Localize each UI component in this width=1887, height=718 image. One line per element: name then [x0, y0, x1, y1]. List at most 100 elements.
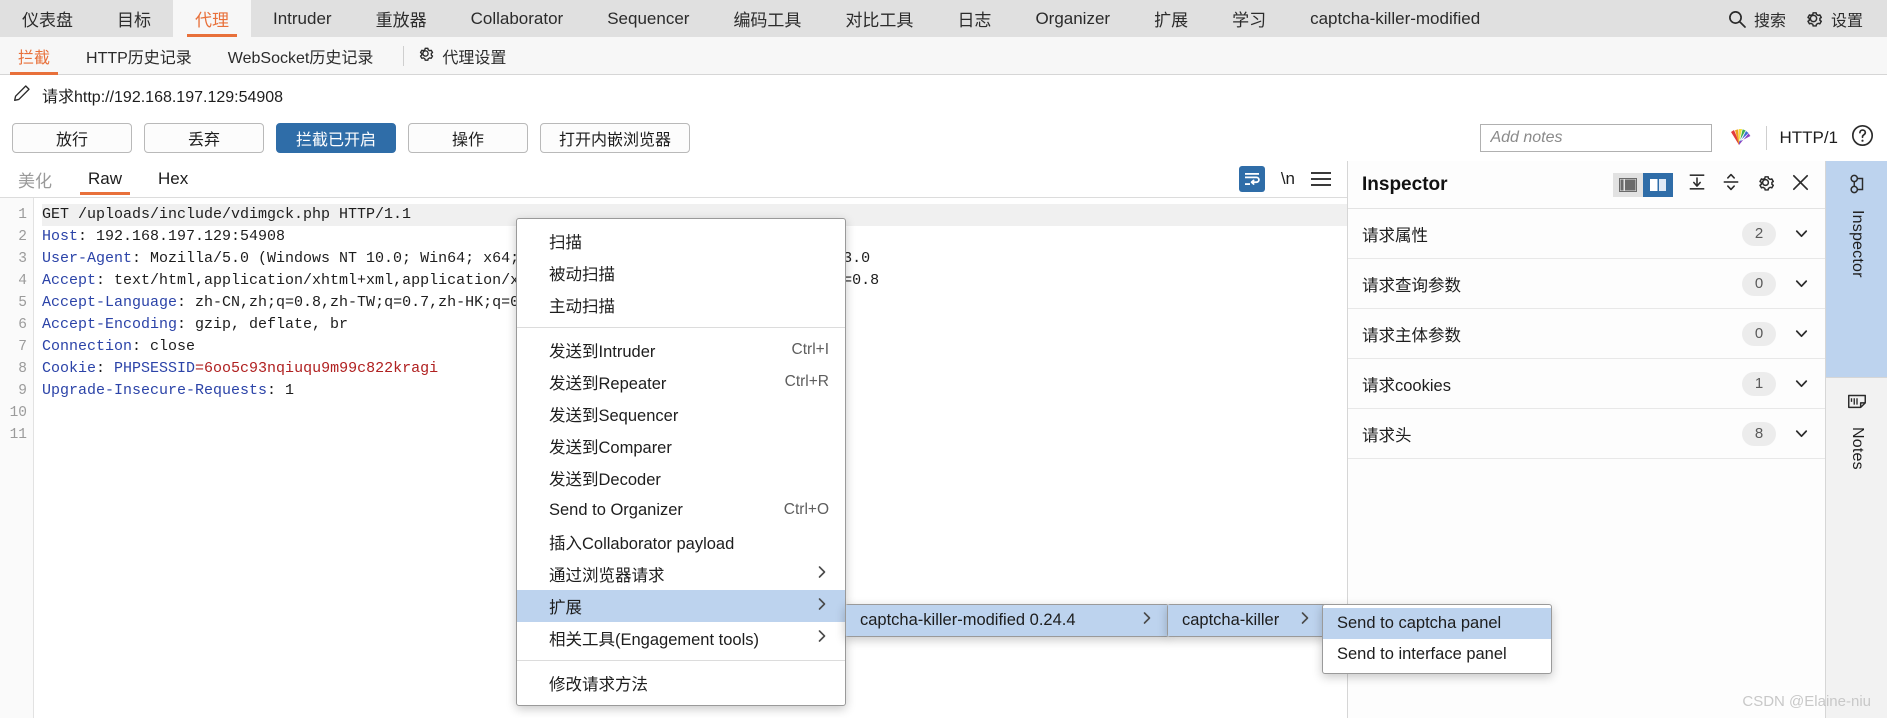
submenu-plugin-actions[interactable]: Send to captcha panel Send to interface p…	[1322, 604, 1552, 674]
settings-label[interactable]: 设置	[1831, 7, 1863, 31]
rainbow-highlighter-icon[interactable]	[1724, 123, 1754, 152]
submenu-extension-item-label: captcha-killer-modified 0.24.4	[860, 611, 1076, 629]
context-menu-item-8[interactable]: Send to Organizer Ctrl+O	[517, 494, 845, 526]
inspector-glasses-icon	[1846, 173, 1868, 200]
hamburger-menu-icon[interactable]	[1311, 172, 1331, 186]
add-notes-input[interactable]	[1480, 123, 1713, 152]
inspector-section-3[interactable]: 请求cookies 1	[1348, 359, 1825, 409]
action-button-0[interactable]: 放行	[12, 122, 132, 153]
search-icon[interactable]	[1727, 9, 1747, 29]
main-tab-9[interactable]: 日志	[935, 0, 1013, 37]
main-tab-4[interactable]: 重放器	[354, 0, 449, 37]
main-tab-label: Sequencer	[607, 8, 690, 28]
inspector-section-label: 请求头	[1362, 426, 1412, 445]
rail-tab-notes[interactable]: Notes	[1826, 377, 1887, 567]
context-menu-shortcut: Ctrl+R	[784, 373, 829, 390]
inspector-section-0[interactable]: 请求属性 2	[1348, 209, 1825, 259]
code-token: : gzip, deflate, br	[177, 316, 349, 333]
chevron-right-icon	[796, 597, 829, 616]
main-tab-1[interactable]: 目标	[95, 0, 173, 37]
proxy-sub-tab-2[interactable]: WebSocket历史记录	[210, 37, 392, 75]
context-menu-item-13[interactable]: 修改请求方法	[517, 667, 845, 699]
request-header: 请求http://192.168.197.129:54908	[0, 76, 1887, 114]
word-wrap-icon[interactable]	[1238, 166, 1265, 192]
context-menu-item-1[interactable]: 被动扫描	[517, 257, 845, 289]
main-tab-8[interactable]: 对比工具	[823, 0, 935, 37]
submenu-extensions[interactable]: captcha-killer-modified 0.24.4	[845, 604, 1169, 637]
context-menu-item-label: 发送到Sequencer	[549, 407, 679, 425]
chevron-down-icon[interactable]	[1792, 374, 1811, 393]
burp-suite-window: 仪表盘 目标 代理 Intruder 重放器 Collaborator Sequencer 编…	[0, 0, 1887, 718]
proxy-sub-tab-0[interactable]: 拦截	[0, 37, 68, 75]
collapse-all-icon[interactable]	[1721, 172, 1741, 197]
submenu-action-item-0[interactable]: Send to captcha panel	[1323, 608, 1551, 639]
right-side-rail: Inspector Notes	[1825, 161, 1887, 718]
main-tab-13[interactable]: captcha-killer-modified	[1288, 0, 1502, 37]
editor-tools: \n	[1238, 166, 1347, 192]
main-tab-label: Collaborator	[470, 8, 564, 28]
panel-layout-right-icon[interactable]	[1643, 172, 1673, 197]
gear-icon[interactable]	[1803, 8, 1824, 29]
main-tab-label: 重放器	[375, 11, 427, 30]
context-menu-item-label: 扫描	[549, 234, 582, 252]
submenu-extension-item-0[interactable]: captcha-killer-modified 0.24.4	[846, 605, 1168, 636]
main-tab-label: 编码工具	[733, 11, 802, 30]
rail-tab-notes-label: Notes	[1849, 427, 1866, 470]
context-menu-item-label: 通过浏览器请求	[549, 567, 665, 585]
action-button-3[interactable]: 操作	[408, 122, 528, 153]
chevron-down-icon[interactable]	[1792, 324, 1811, 343]
context-menu-item-3[interactable]: 发送到Intruder Ctrl+I	[517, 334, 845, 366]
newline-toggle[interactable]: \n	[1281, 169, 1295, 189]
action-button-4[interactable]: 打开内嵌浏览器	[540, 122, 691, 153]
submenu-plugin-item-0[interactable]: captcha-killer	[1168, 605, 1326, 636]
inspector-section-4[interactable]: 请求头 8	[1348, 409, 1825, 459]
context-menu-item-4[interactable]: 发送到Repeater Ctrl+R	[517, 366, 845, 398]
editor-tab-0[interactable]: 美化	[0, 161, 70, 197]
context-menu-item-10[interactable]: 通过浏览器请求	[517, 558, 845, 590]
panel-layout-left-icon[interactable]	[1613, 172, 1643, 197]
context-menu-item-2[interactable]: 主动扫描	[517, 289, 845, 321]
chevron-down-icon[interactable]	[1792, 424, 1811, 443]
action-button-1[interactable]: 丢弃	[144, 122, 264, 153]
proxy-sub-tab-label: HTTP历史记录	[86, 49, 192, 67]
context-menu-item-9[interactable]: 插入Collaborator payload	[517, 526, 845, 558]
gear-icon[interactable]	[1755, 172, 1776, 198]
main-tab-12[interactable]: 学习	[1210, 0, 1288, 37]
inspector-section-1[interactable]: 请求查询参数 0	[1348, 259, 1825, 309]
proxy-sub-tab-1[interactable]: HTTP历史记录	[68, 37, 210, 75]
main-tab-5[interactable]: Collaborator	[449, 0, 586, 37]
submenu-plugin[interactable]: captcha-killer	[1167, 604, 1327, 637]
editor-tab-1[interactable]: Raw	[70, 161, 140, 197]
context-menu-item-label: 修改请求方法	[549, 676, 648, 694]
code-token: Connection	[42, 338, 133, 355]
context-menu-item-0[interactable]: 扫描	[517, 225, 845, 257]
context-menu-item-12[interactable]: 相关工具(Engagement tools)	[517, 622, 845, 654]
context-menu-item-5[interactable]: 发送到Sequencer	[517, 398, 845, 430]
rail-tab-inspector[interactable]: Inspector	[1826, 161, 1887, 377]
context-menu-shortcut: Ctrl+O	[783, 501, 829, 518]
action-button-2[interactable]: 拦截已开启	[276, 122, 396, 153]
main-tab-2[interactable]: 代理	[173, 0, 251, 37]
main-tab-10[interactable]: Organizer	[1013, 0, 1132, 37]
layout-toggle-group[interactable]	[1613, 172, 1673, 197]
editor-tab-2[interactable]: Hex	[140, 161, 206, 197]
main-tab-11[interactable]: 扩展	[1132, 0, 1210, 37]
expand-all-icon[interactable]	[1687, 172, 1707, 197]
help-circle-icon[interactable]	[1850, 123, 1875, 153]
main-tab-7[interactable]: 编码工具	[711, 0, 823, 37]
inspector-section-2[interactable]: 请求主体参数 0	[1348, 309, 1825, 359]
context-menu[interactable]: 扫描被动扫描 主动扫描发送到Intruder Ctrl+I 发送到Repeater Ct…	[516, 218, 846, 706]
main-tab-3[interactable]: Intruder	[251, 0, 354, 37]
context-menu-item-6[interactable]: 发送到Comparer	[517, 430, 845, 462]
main-tab-6[interactable]: Sequencer	[585, 0, 711, 37]
chevron-down-icon[interactable]	[1792, 224, 1811, 243]
proxy-settings-button[interactable]: 代理设置	[416, 44, 506, 68]
main-tab-0[interactable]: 仪表盘	[0, 0, 95, 37]
submenu-action-item-1[interactable]: Send to interface panel	[1323, 639, 1551, 670]
chevron-down-icon[interactable]	[1792, 274, 1811, 293]
close-icon[interactable]	[1790, 172, 1811, 198]
context-menu-item-11[interactable]: 扩展	[517, 590, 845, 622]
context-menu-item-7[interactable]: 发送到Decoder	[517, 462, 845, 494]
search-label[interactable]: 搜索	[1754, 7, 1786, 31]
inspector-section-count: 2	[1742, 221, 1776, 246]
